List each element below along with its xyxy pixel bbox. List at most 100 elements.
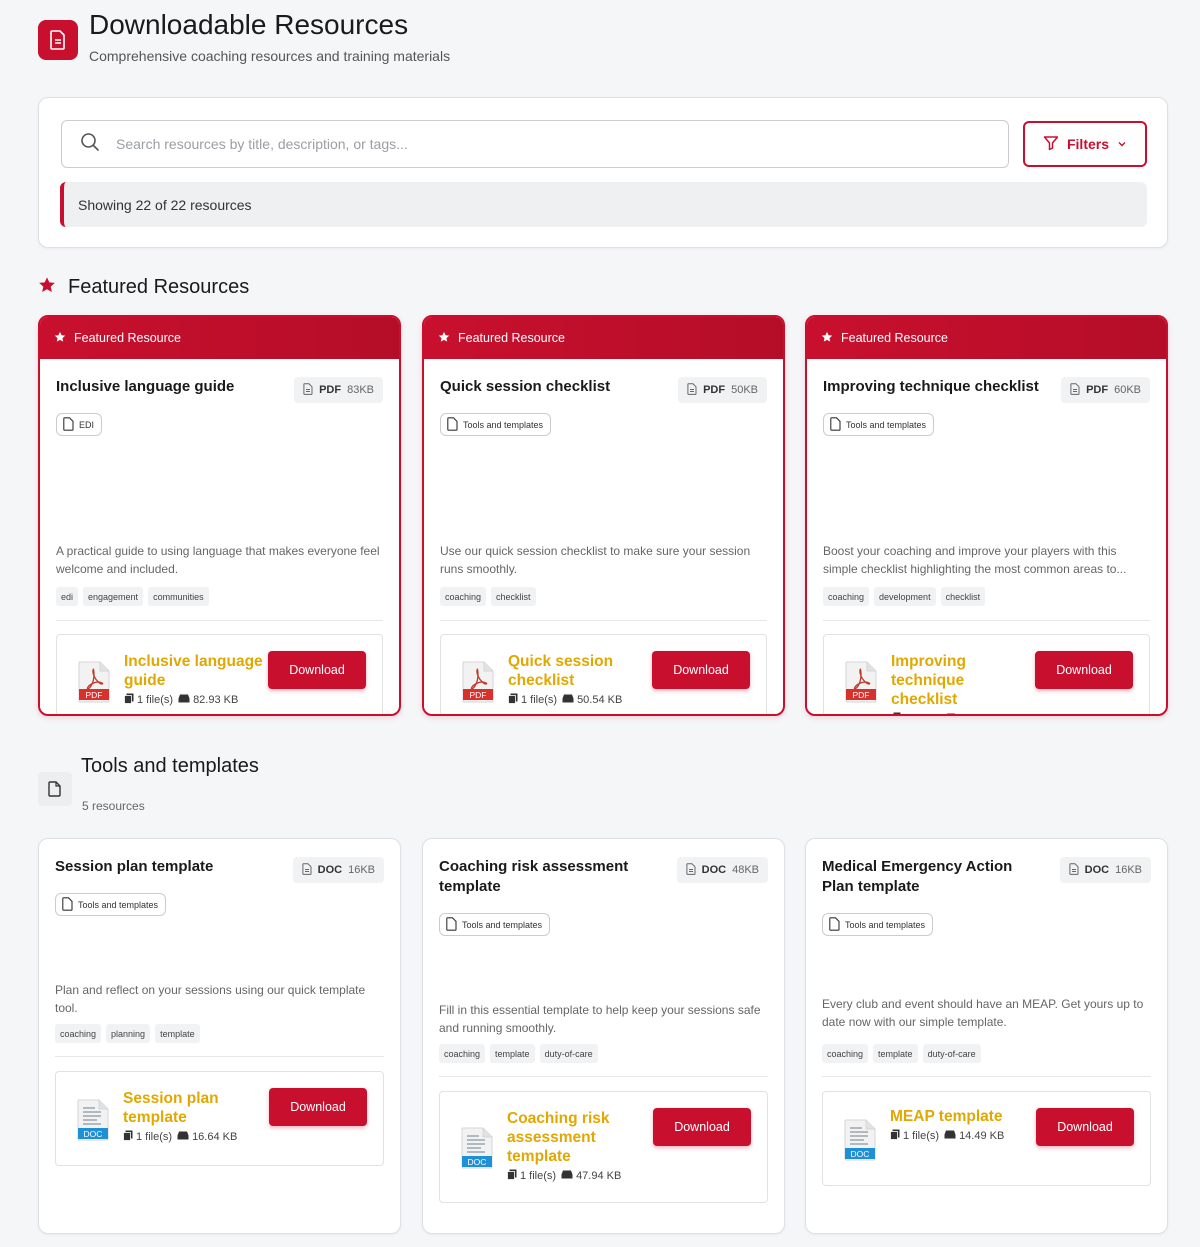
tag[interactable]: checklist <box>940 587 986 606</box>
tag[interactable]: communities <box>148 587 209 606</box>
doc-file-icon: DOC <box>843 1119 877 1166</box>
page-title: Downloadable Resources <box>89 9 409 40</box>
download-button[interactable]: Download <box>1036 1108 1134 1146</box>
category-pill[interactable]: Tools and templates <box>439 913 551 936</box>
tag[interactable]: template <box>490 1044 535 1063</box>
file-meta: 1 file(s) 47.94 KB <box>507 1169 621 1183</box>
tag[interactable]: template <box>155 1024 200 1043</box>
file-size: 48KB <box>732 864 759 876</box>
file-meta: 1 file(s) 50.54 KB <box>508 693 622 707</box>
tag[interactable]: edi <box>56 587 79 606</box>
download-panel: DOC Coaching risk assessment template 1 fi… <box>439 1091 768 1203</box>
document-icon <box>1070 382 1080 398</box>
download-button[interactable]: Download <box>269 1088 367 1126</box>
featured-banner: Featured Resource <box>807 317 1166 359</box>
search-box[interactable] <box>61 120 1009 168</box>
doc-file-icon: DOC <box>460 1127 494 1174</box>
files-icon <box>508 693 518 707</box>
resource-description: Fill in this essential template to help … <box>439 1003 761 1035</box>
divider <box>56 620 383 621</box>
tag[interactable]: checklist <box>491 587 536 606</box>
file-size: 16KB <box>1115 864 1142 876</box>
download-button[interactable]: Download <box>652 651 750 689</box>
file-size-total: 50.54 KB <box>577 694 623 706</box>
download-button[interactable]: Download <box>653 1108 751 1146</box>
resource-title[interactable]: Inclusive language guide <box>56 377 281 397</box>
file-icon-label: DOC <box>850 1149 870 1159</box>
resource-title[interactable]: Coaching risk assessment template <box>439 857 664 897</box>
search-input[interactable] <box>116 136 966 152</box>
file-count: 1 file(s) <box>903 1130 940 1142</box>
file-count: 1 file(s) <box>137 694 174 706</box>
file-size-total: 82.93 KB <box>193 694 239 706</box>
hdd-icon <box>945 713 957 714</box>
file-name: Session plan template <box>123 1090 219 1126</box>
file-type-badge: PDF 83KB <box>294 377 383 403</box>
resource-title[interactable]: Quick session checklist <box>440 377 665 397</box>
file-name: Inclusive language guide <box>124 653 263 689</box>
resource-description: A practical guide to using language that… <box>56 544 380 576</box>
file-icon-label: DOC <box>83 1129 103 1139</box>
resource-title[interactable]: Improving technique checklist <box>823 377 1048 397</box>
file-type: DOC <box>701 864 727 876</box>
category-count: 5 resources <box>82 799 145 813</box>
tag[interactable]: coaching <box>440 587 487 606</box>
search-icon <box>80 132 100 157</box>
file-icon <box>62 896 73 913</box>
file-type-badge: DOC 16KB <box>1059 857 1151 883</box>
resource-title[interactable]: Session plan template <box>55 857 280 877</box>
tag[interactable]: template <box>873 1044 918 1063</box>
file-icon <box>830 416 841 433</box>
category-label: Tools and templates <box>846 419 927 430</box>
file-size-total: 16.64 KB <box>192 1131 238 1143</box>
tag[interactable]: duty-of-care <box>539 1044 598 1063</box>
category-label: Tools and templates <box>78 899 159 910</box>
category-pill[interactable]: Tools and templates <box>440 413 552 436</box>
file-size: 60KB <box>1114 384 1141 396</box>
category-pill[interactable]: EDI <box>56 413 103 436</box>
category-pill[interactable]: Tools and templates <box>823 413 935 436</box>
file-meta: 1 file(s) 16.64 KB <box>123 1130 237 1144</box>
download-panel: DOC MEAP template 1 file(s) 14.49 KB Downloa… <box>822 1091 1151 1186</box>
file-type: DOC <box>1084 864 1110 876</box>
filter-icon <box>1043 135 1059 154</box>
file-size: 83KB <box>347 384 374 396</box>
tag-list: coaching template duty-of-care <box>822 1044 981 1063</box>
file-size-total: 59.81 KB <box>960 713 1005 714</box>
star-icon <box>438 331 450 346</box>
tag[interactable]: development <box>874 587 936 606</box>
category-pill[interactable]: Tools and templates <box>55 893 167 916</box>
tag[interactable]: engagement <box>83 587 144 606</box>
category-pill[interactable]: Tools and templates <box>822 913 934 936</box>
resource-description: Boost your coaching and improve your pla… <box>823 544 1127 576</box>
file-icon <box>38 772 72 806</box>
divider <box>439 1076 768 1077</box>
file-meta: 1 file(s) 59.81 KB <box>891 712 1005 714</box>
tag-list: coaching checklist <box>440 587 536 606</box>
file-name: MEAP template <box>890 1108 1003 1125</box>
download-panel: PDF Quick session checklist 1 file(s) 50.54… <box>440 634 767 714</box>
tag[interactable]: duty-of-care <box>922 1044 981 1063</box>
tag[interactable]: coaching <box>439 1044 486 1063</box>
file-icon <box>446 916 457 933</box>
tag[interactable]: planning <box>106 1024 151 1043</box>
document-icon <box>38 20 78 60</box>
download-button[interactable]: Download <box>1035 651 1133 689</box>
featured-banner-label: Featured Resource <box>458 331 566 345</box>
tag[interactable]: coaching <box>822 1044 869 1063</box>
file-icon-label: PDF <box>469 690 487 700</box>
filters-button[interactable]: Filters <box>1023 121 1147 167</box>
featured-banner: Featured Resource <box>40 317 399 359</box>
file-count: 1 file(s) <box>136 1131 173 1143</box>
file-icon <box>447 416 458 433</box>
tag[interactable]: coaching <box>823 587 870 606</box>
section-title: Featured Resources <box>68 276 250 298</box>
file-type-badge: PDF 50KB <box>678 377 767 403</box>
divider <box>440 620 767 621</box>
tag[interactable]: coaching <box>55 1024 102 1043</box>
resource-title[interactable]: Medical Emergency Action Plan template <box>822 857 1047 897</box>
download-button[interactable]: Download <box>268 651 366 689</box>
hdd-icon <box>178 694 190 706</box>
category-label: Tools and templates <box>462 919 543 930</box>
featured-section-heading: Featured Resources <box>38 276 249 299</box>
